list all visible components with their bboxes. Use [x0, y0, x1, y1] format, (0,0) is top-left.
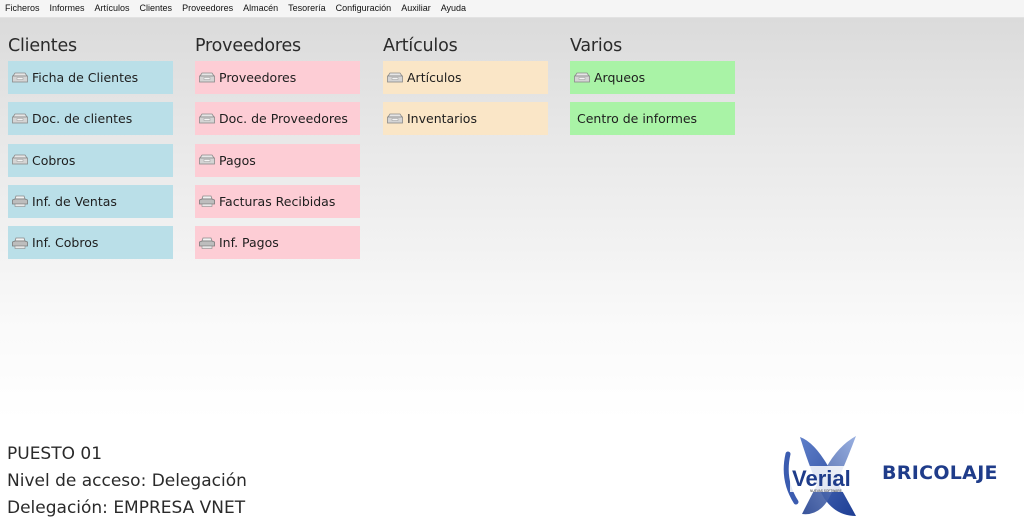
group-articulos: Artículos Artículos Inventarios — [383, 33, 549, 144]
menu-informes[interactable]: Informes — [45, 0, 90, 17]
group-title-varios: Varios — [570, 36, 623, 56]
group-title-proveedores: Proveedores — [195, 36, 301, 56]
delegation-text: Delegación: EMPRESA VNET — [7, 498, 246, 518]
session-info: PUESTO 01 Nivel de acceso: Delegación De… — [7, 441, 247, 522]
tile-label: Inf. de Ventas — [32, 193, 117, 209]
group-clientes: Clientes Ficha de Clientes Doc. de clien… — [8, 33, 174, 267]
tray-icon — [12, 113, 28, 124]
tile-label: Centro de informes — [577, 111, 698, 127]
tray-icon — [387, 113, 403, 124]
printer-icon — [12, 237, 28, 249]
menu-proveedores[interactable]: Proveedores — [177, 0, 238, 17]
svg-text:NUEVAS SOFTWARE: NUEVAS SOFTWARE — [810, 489, 842, 493]
tile-pagos[interactable]: Pagos — [195, 143, 360, 177]
tile-label: Inf. Pagos — [219, 235, 279, 251]
tile-label: Ficha de Clientes — [32, 70, 139, 85]
menu-configuracion[interactable]: Configuración — [331, 0, 397, 17]
tray-icon — [199, 72, 215, 82]
printer-icon — [199, 237, 215, 249]
tile-articulos[interactable]: Artículos — [383, 61, 548, 94]
tile-label: Arqueos — [594, 70, 646, 85]
tile-label: Pagos — [219, 152, 256, 168]
tile-inf-de-ventas[interactable]: Inf. de Ventas — [8, 184, 173, 218]
tray-icon — [199, 154, 215, 165]
verial-logo: Verial NUEVAS SOFTWARE — [783, 435, 865, 516]
tile-doc-de-clientes[interactable]: Doc. de clientes — [8, 102, 173, 136]
group-title-articulos: Artículos — [383, 36, 458, 56]
tile-inf-pagos[interactable]: Inf. Pagos — [195, 226, 360, 260]
tile-proveedores[interactable]: Proveedores — [195, 61, 360, 94]
tile-facturas-recibidas[interactable]: Facturas Recibidas — [195, 184, 360, 218]
menu-tesoreria[interactable]: Tesorería — [283, 0, 331, 17]
svg-text:Verial: Verial — [792, 466, 851, 491]
tile-label: Facturas Recibidas — [219, 193, 336, 209]
tile-inventarios[interactable]: Inventarios — [383, 102, 548, 136]
tile-centro-de-informes[interactable]: Centro de informes — [570, 102, 735, 136]
tile-ficha-de-clientes[interactable]: Ficha de Clientes — [8, 61, 173, 94]
tile-label: Doc. de clientes — [32, 111, 133, 127]
tile-inf-cobros[interactable]: Inf. Cobros — [8, 226, 173, 260]
puesto-text: PUESTO 01 — [7, 444, 103, 464]
menu-clientes[interactable]: Clientes — [135, 0, 178, 17]
access-level-text: Nivel de acceso: Delegación — [7, 471, 247, 491]
group-proveedores: Proveedores Proveedores Doc. de Proveedo… — [195, 33, 361, 267]
menu-auxiliar[interactable]: Auxiliar — [396, 0, 436, 17]
menu-bar: Ficheros Informes Artículos Clientes Pro… — [0, 0, 1024, 18]
tile-cobros[interactable]: Cobros — [8, 143, 173, 177]
menu-ayuda[interactable]: Ayuda — [436, 0, 471, 17]
printer-icon — [12, 195, 28, 208]
tile-label: Inf. Cobros — [32, 235, 99, 251]
printer-icon — [199, 195, 215, 208]
tray-icon — [199, 113, 215, 124]
tray-icon — [387, 72, 403, 82]
tray-icon — [12, 154, 28, 165]
group-varios: Varios Arqueos Centro de informes — [570, 33, 736, 144]
tile-label: Inventarios — [407, 111, 477, 127]
tile-label: Artículos — [407, 70, 462, 85]
brand-name: BRICOLAJE — [882, 462, 998, 484]
tile-label: Cobros — [32, 152, 76, 168]
menu-ficheros[interactable]: Ficheros — [0, 0, 45, 17]
tile-label: Proveedores — [219, 70, 297, 85]
tile-doc-de-proveedores[interactable]: Doc. de Proveedores — [195, 102, 360, 136]
tile-arqueos[interactable]: Arqueos — [570, 61, 735, 94]
tile-label: Doc. de Proveedores — [219, 111, 348, 127]
menu-almacen[interactable]: Almacén — [238, 0, 283, 17]
group-title-clientes: Clientes — [8, 36, 77, 56]
tray-icon — [12, 72, 28, 82]
menu-articulos[interactable]: Artículos — [90, 0, 135, 17]
tray-icon — [574, 72, 590, 82]
